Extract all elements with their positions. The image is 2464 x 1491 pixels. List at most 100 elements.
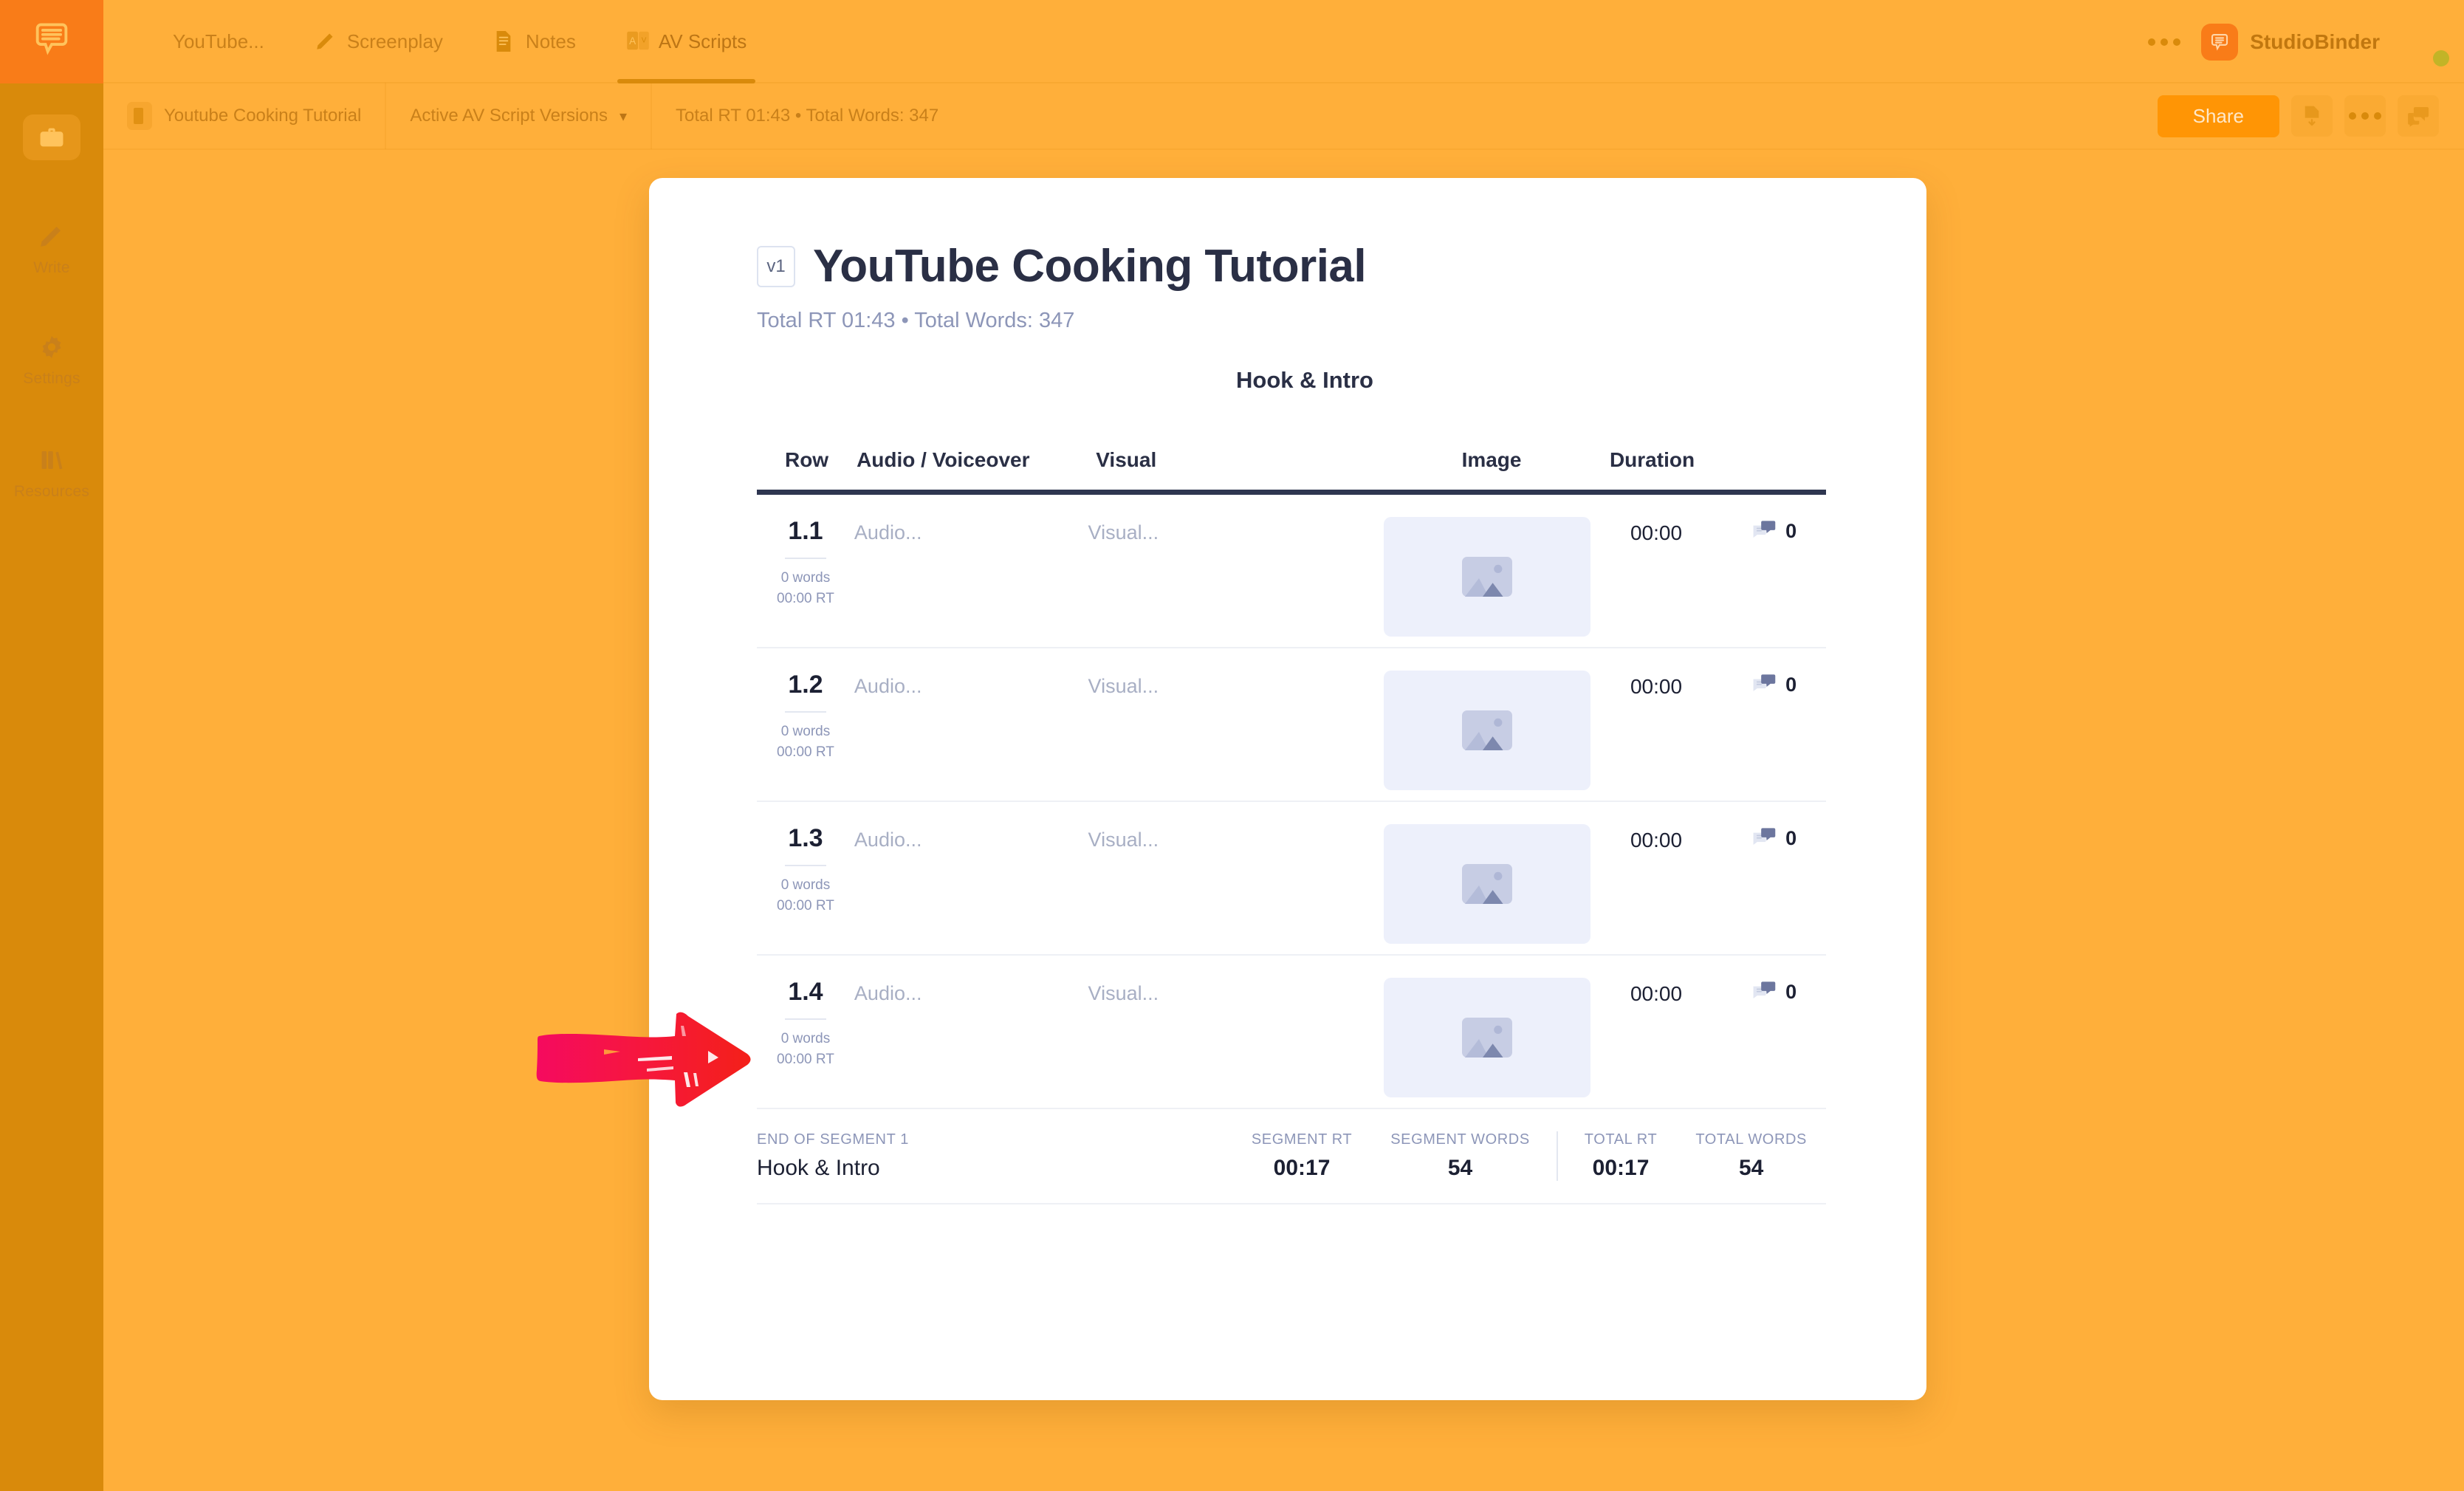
table-row[interactable]: 1.2 0 words 00:00 RT Audio... Visual...	[757, 648, 1826, 802]
download-pdf-icon[interactable]	[2291, 95, 2333, 137]
visual-cell[interactable]: Visual...	[1088, 824, 1384, 954]
tab-av-scripts[interactable]: A V AV Scripts	[601, 0, 772, 83]
segment-end-label: END OF SEGMENT 1	[757, 1131, 909, 1148]
sidebar-item-label: Resources	[13, 483, 90, 500]
duration-cell[interactable]: 00:00	[1590, 824, 1723, 954]
divider	[784, 711, 826, 713]
comment-count: 0	[1785, 520, 1797, 542]
row-word-count: 0 words	[780, 570, 831, 586]
total-rt-label: TOTAL RT	[1584, 1131, 1658, 1148]
segment-end-block: END OF SEGMENT 1 Hook & Intro	[757, 1131, 1232, 1181]
visual-cell[interactable]: Visual...	[1088, 978, 1384, 1108]
duration-cell[interactable]: 00:00	[1590, 517, 1723, 647]
visual-cell[interactable]: Visual...	[1088, 671, 1384, 801]
row-word-count: 0 words	[780, 724, 831, 739]
sidebar-logo[interactable]	[0, 0, 103, 83]
audio-cell[interactable]: Audio...	[854, 824, 1088, 954]
segment-rt-label: SEGMENT RT	[1251, 1131, 1353, 1148]
row-runtime: 00:00 RT	[777, 744, 834, 760]
image-placeholder-icon	[1383, 517, 1590, 637]
tab-screenplay[interactable]: Screenplay	[289, 0, 468, 83]
total-words-label: TOTAL WORDS	[1695, 1131, 1807, 1148]
table-row[interactable]: 1.3 0 words 00:00 RT Audio... Visual...	[757, 802, 1826, 956]
comment-icon	[1751, 520, 1777, 546]
segment-rt-stat: SEGMENT RT 00:17	[1232, 1131, 1371, 1181]
version-selector[interactable]: Active AV Script Versions ▾	[386, 83, 653, 149]
total-rt-stat: TOTAL RT 00:17	[1565, 1131, 1677, 1181]
topbar-right-group: StudioBinder	[2148, 0, 2449, 83]
audio-cell[interactable]: Audio...	[854, 517, 1088, 647]
breadcrumb[interactable]: Youtube Cooking Tutorial	[103, 83, 387, 149]
project-toolbar: Youtube Cooking Tutorial Active AV Scrip…	[103, 83, 2464, 150]
table-row[interactable]: 1.4 0 words 00:00 RT Audio... Visual...	[757, 956, 1826, 1109]
briefcase-icon	[23, 114, 80, 160]
visual-cell[interactable]: Visual...	[1088, 517, 1384, 647]
brand-name: StudioBinder	[2250, 30, 2380, 53]
tab-youtube[interactable]: YouTube...	[148, 0, 289, 83]
tab-label: Screenplay	[346, 30, 443, 52]
column-header-audio: Audio / Voiceover	[857, 448, 1030, 471]
breadcrumb-project-name: Youtube Cooking Tutorial	[164, 106, 362, 126]
divider	[784, 1018, 826, 1020]
ellipsis-icon[interactable]	[2344, 95, 2386, 137]
tab-label: Notes	[525, 30, 576, 52]
script-stats-text: Total RT 01:43 • Total Words: 347	[676, 106, 939, 126]
image-cell[interactable]	[1383, 824, 1590, 954]
av-script-table: Row Audio / Voiceover Visual Image Durat…	[757, 448, 1826, 1204]
segment-heading: Hook & Intro	[1236, 367, 1373, 393]
sidebar-item-label: Settings	[23, 370, 80, 387]
comment-icon[interactable]	[2398, 95, 2439, 137]
comments-cell[interactable]: 0	[1722, 671, 1826, 801]
ellipsis-icon[interactable]	[2148, 38, 2181, 46]
comment-icon	[1751, 981, 1777, 1007]
row-number-cell: 1.4 0 words 00:00 RT	[757, 978, 854, 1108]
toolbar-actions: Share	[2157, 95, 2464, 137]
duration-cell[interactable]: 00:00	[1590, 671, 1723, 801]
av-icon: A V	[626, 30, 649, 55]
row-runtime: 00:00 RT	[777, 897, 834, 914]
studiobinder-logo-icon	[2201, 23, 2239, 61]
row-number: 1.3	[788, 824, 823, 852]
duration-cell[interactable]: 00:00	[1590, 978, 1723, 1108]
segment-words-value: 54	[1447, 1156, 1473, 1180]
avatar[interactable]	[2400, 19, 2449, 66]
tab-notes[interactable]: Notes	[468, 0, 601, 83]
comments-cell[interactable]: 0	[1722, 517, 1826, 647]
image-placeholder-icon	[1383, 978, 1590, 1097]
audio-cell[interactable]: Audio...	[854, 671, 1088, 801]
image-cell[interactable]	[1383, 671, 1590, 801]
tab-label: YouTube...	[173, 30, 264, 52]
divider	[784, 558, 826, 559]
row-number-cell: 1.3 0 words 00:00 RT	[757, 824, 854, 954]
row-number: 1.4	[788, 978, 823, 1006]
comments-cell[interactable]: 0	[1722, 824, 1826, 954]
row-runtime: 00:00 RT	[777, 1051, 834, 1067]
total-words-stat: TOTAL WORDS 54	[1676, 1131, 1826, 1181]
status-badge	[2433, 49, 2449, 66]
comments-cell[interactable]: 0	[1722, 978, 1826, 1108]
pencil-icon	[38, 222, 66, 253]
table-row[interactable]: 1.1 0 words 00:00 RT Audio... Visual...	[757, 495, 1826, 648]
top-tab-bar: YouTube... Screenplay Notes A V AV Scrip…	[103, 0, 2464, 83]
script-stats: Total RT 01:43 • Total Words: 347	[652, 83, 962, 149]
sidebar-item-projects[interactable]	[0, 114, 103, 166]
comment-icon	[1751, 673, 1777, 699]
segment-words-stat: SEGMENT WORDS 54	[1371, 1131, 1549, 1181]
pencil-icon	[315, 30, 337, 55]
sidebar-item-resources[interactable]: Resources	[0, 447, 103, 501]
audio-cell[interactable]: Audio...	[854, 978, 1088, 1108]
image-cell[interactable]	[1383, 978, 1590, 1108]
share-button[interactable]: Share	[2157, 95, 2279, 137]
project-thumbnail-icon	[127, 102, 152, 130]
divider	[784, 865, 826, 866]
row-number-cell: 1.1 0 words 00:00 RT	[757, 517, 854, 647]
brand-group[interactable]: StudioBinder	[2201, 23, 2380, 61]
sidebar-item-label: Write	[33, 259, 70, 276]
sidebar-item-write[interactable]: Write	[0, 222, 103, 277]
image-placeholder-icon	[1383, 824, 1590, 944]
sidebar-item-settings[interactable]: Settings	[0, 334, 103, 388]
column-header-visual: Visual	[1096, 448, 1157, 471]
image-cell[interactable]	[1383, 517, 1590, 647]
row-number-cell: 1.2 0 words 00:00 RT	[757, 671, 854, 801]
segment-rt-value: 00:17	[1273, 1156, 1331, 1180]
